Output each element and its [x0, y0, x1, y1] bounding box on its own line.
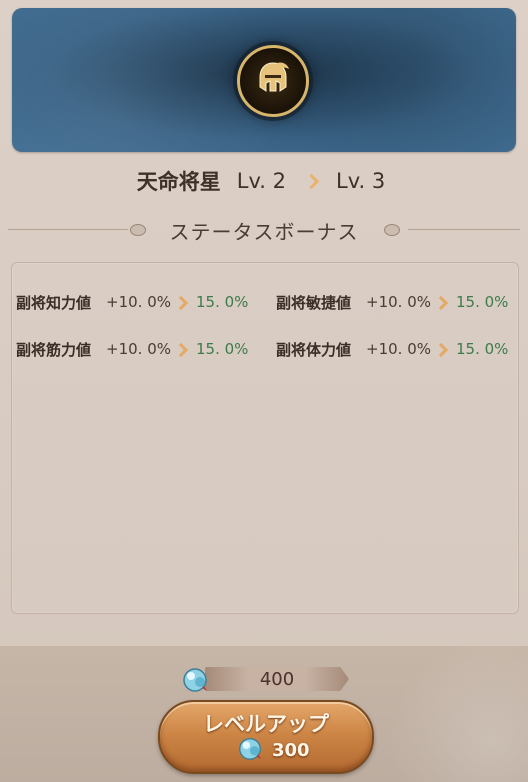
crystal-icon	[180, 664, 210, 694]
ornament-icon	[130, 224, 146, 236]
stat-label: 副将知力値	[16, 293, 92, 312]
skill-emblem	[237, 45, 309, 117]
owned-resource-count: 400	[259, 668, 295, 690]
stat-current: +10. 0%	[106, 293, 171, 311]
status-bonus-panel	[11, 262, 519, 614]
section-header: ステータスボーナス	[0, 214, 528, 244]
owned-resource-bar: 400	[205, 667, 349, 691]
helmet-icon	[251, 57, 295, 105]
stat-row: 副将知力値 +10. 0% 15. 0%	[16, 290, 248, 314]
skill-name: 天命将星	[136, 170, 221, 194]
stat-current: +10. 0%	[366, 293, 431, 311]
chevron-right-icon	[176, 342, 190, 356]
current-level: Lv. 2	[236, 169, 286, 193]
stat-label: 副将敏捷値	[276, 293, 352, 312]
chevron-right-icon	[306, 174, 316, 188]
level-up-screen: 天命将星 Lv. 2 Lv. 3 ステータスボーナス 副将知力値 +10. 0%…	[0, 0, 528, 782]
level-title: 天命将星 Lv. 2 Lv. 3	[0, 166, 528, 196]
stat-current: +10. 0%	[106, 340, 171, 358]
divider	[8, 229, 128, 230]
next-level: Lv. 3	[336, 169, 386, 193]
stat-current: +10. 0%	[366, 340, 431, 358]
level-up-label: レベルアップ	[203, 712, 329, 736]
ornament-icon	[384, 224, 400, 236]
stat-row: 副将筋力値 +10. 0% 15. 0%	[16, 337, 248, 361]
level-up-cost: 300	[272, 740, 310, 761]
stat-next: 15. 0%	[456, 340, 509, 358]
stat-label: 副将体力値	[276, 340, 352, 359]
stat-row: 副将体力値 +10. 0% 15. 0%	[276, 337, 508, 361]
skill-banner	[12, 8, 516, 152]
divider	[408, 229, 520, 230]
chevron-right-icon	[436, 342, 450, 356]
crystal-icon	[236, 734, 264, 762]
stat-next: 15. 0%	[196, 293, 249, 311]
chevron-right-icon	[176, 295, 190, 309]
level-up-button[interactable]: レベルアップ 300	[158, 700, 374, 774]
chevron-right-icon	[436, 295, 450, 309]
stat-next: 15. 0%	[196, 340, 249, 358]
stat-label: 副将筋力値	[16, 340, 92, 359]
stat-row: 副将敏捷値 +10. 0% 15. 0%	[276, 290, 508, 314]
section-title: ステータスボーナス	[169, 220, 359, 244]
stat-next: 15. 0%	[456, 293, 509, 311]
